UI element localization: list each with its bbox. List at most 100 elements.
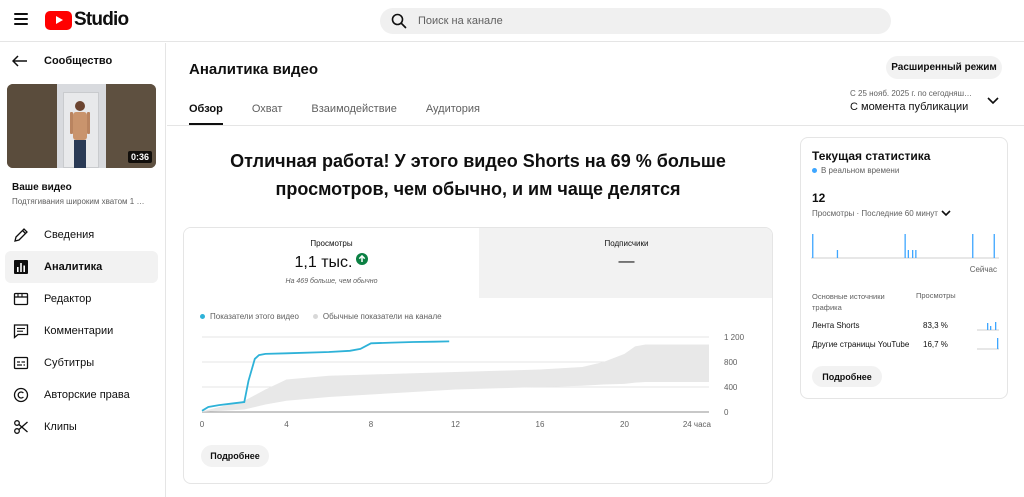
video-thumbnail[interactable]: 0:36 (7, 84, 156, 168)
page-title: Аналитика видео (189, 61, 319, 78)
tab-overview[interactable]: Обзор (189, 103, 223, 125)
traffic-views-header: Просмотры (916, 291, 956, 300)
metric-views[interactable]: Просмотры 1,1 тыс. На 469 больше, чем об… (184, 228, 479, 298)
analytics-icon (14, 260, 28, 274)
realtime-bar-chart (811, 234, 999, 259)
person-figure-icon (70, 101, 90, 168)
header-divider (167, 125, 1024, 126)
sidebar-item-clips[interactable]: Клипы (5, 411, 158, 443)
traffic-source-pct: 83,3 % (923, 321, 948, 330)
headline-line-2: просмотров, чем обычно, и им чаще делятс… (275, 179, 681, 199)
x-tick-label: 16 (536, 420, 545, 429)
x-tick-label: 0 (200, 420, 205, 429)
sidebar-item-comments[interactable]: Комментарии (5, 315, 158, 347)
metric-subs-value: — (618, 253, 635, 270)
headline-line-1: Отличная работа! У этого видео Shorts на… (230, 151, 726, 171)
menu-icon[interactable] (14, 13, 28, 25)
search-input[interactable] (418, 8, 858, 34)
realtime-bar (912, 250, 914, 258)
y-tick-label: 400 (724, 383, 738, 392)
metric-views-value: 1,1 тыс. (294, 254, 353, 271)
sidebar-item-label: Сведения (44, 229, 95, 241)
tab-engagement[interactable]: Взаимодействие (311, 103, 396, 125)
video-subtitle: Подтягивания широким хватом 1 … (12, 197, 145, 206)
traffic-sparkline (977, 322, 999, 331)
y-tick-label: 0 (724, 408, 729, 417)
metric-views-label: Просмотры (310, 239, 353, 248)
details-button[interactable]: Подробнее (201, 445, 269, 467)
views-chart: 0 400 800 1 200 0 4 8 12 16 20 24 часа (200, 333, 745, 429)
sidebar-item-label: Авторские права (44, 389, 130, 401)
subtitles-icon (13, 356, 29, 370)
editor-icon (13, 292, 29, 306)
sidebar: Сообщество 0:36 Ваше видео Подтягивания … (0, 43, 166, 497)
sidebar-item-analytics[interactable]: Аналитика (5, 251, 158, 283)
date-range-selector[interactable]: С 25 нояб. 2025 г. по сегодняш… С момент… (850, 89, 972, 113)
legend-this-video-label: Показатели этого видео (210, 312, 299, 321)
realtime-bar (915, 250, 917, 258)
advanced-mode-button[interactable]: Расширенный режим (886, 56, 1002, 79)
realtime-bar (972, 234, 974, 258)
logo-text: Studio (74, 9, 129, 30)
sidebar-item-subtitles[interactable]: Субтитры (5, 347, 158, 379)
back-label: Сообщество (44, 55, 113, 67)
traffic-source-name: Лента Shorts (812, 321, 860, 330)
tab-audience[interactable]: Аудитория (426, 103, 480, 125)
arrow-left-icon (12, 55, 27, 67)
realtime-details-button[interactable]: Подробнее (812, 366, 882, 387)
metric-subscribers[interactable]: Подписчики — (479, 228, 772, 298)
search-icon (391, 13, 407, 29)
sidebar-item-label: Субтитры (44, 357, 95, 369)
legend-dot-typical (312, 314, 318, 319)
live-dot (812, 168, 817, 173)
chart-legend: Показатели этого видео Обычные показател… (200, 312, 456, 321)
sidebar-item-label: Комментарии (44, 325, 114, 337)
realtime-live-indicator: В реальном времени (812, 166, 899, 175)
legend-typical: Обычные показатели на канале (312, 312, 442, 321)
traffic-sources-header: Основные источники трафика (812, 292, 885, 312)
performance-card: Просмотры 1,1 тыс. На 469 больше, чем об… (183, 227, 773, 484)
back-to-community[interactable]: Сообщество (12, 55, 112, 67)
x-tick-label: 12 (451, 420, 460, 429)
arrow-up-icon (356, 253, 369, 265)
traffic-source-pct: 16,7 % (923, 340, 948, 349)
copyright-icon (13, 387, 29, 403)
search-bar[interactable] (380, 8, 891, 34)
x-tick-label: 8 (369, 420, 374, 429)
realtime-period-selector[interactable]: Просмотры · Последние 60 минут (812, 209, 951, 218)
x-tick-label: 24 часа (683, 420, 712, 429)
sidebar-item-details[interactable]: Сведения (5, 219, 158, 251)
video-title: Ваше видео (12, 182, 72, 193)
realtime-bar (904, 234, 906, 258)
tabs: Обзор Охват Взаимодействие Аудитория (189, 103, 509, 125)
realtime-title: Текущая статистика (812, 149, 931, 163)
chevron-down-icon[interactable] (987, 97, 999, 105)
legend-typical-label: Обычные показатели на канале (322, 312, 442, 321)
traffic-sparkline (977, 338, 999, 350)
insight-headline: Отличная работа! У этого видео Shorts на… (183, 147, 773, 203)
date-range-dates: С 25 нояб. 2025 г. по сегодняш… (850, 89, 973, 98)
thumbnail-blur-left (7, 84, 57, 168)
realtime-bar (836, 250, 839, 258)
realtime-live-label: В реальном времени (821, 166, 900, 175)
legend-this-video: Показатели этого видео (200, 312, 299, 321)
sidebar-item-label: Редактор (44, 293, 92, 305)
typical-range-band (202, 344, 709, 412)
chevron-down-icon (941, 210, 951, 217)
sidebar-item-editor[interactable]: Редактор (5, 283, 158, 315)
tab-reach[interactable]: Охват (252, 103, 283, 125)
studio-logo[interactable]: Studio (45, 9, 129, 31)
x-tick-label: 4 (284, 420, 289, 429)
scissors-icon (14, 420, 28, 434)
pencil-icon (14, 228, 28, 242)
sidebar-nav: Сведения Аналитика Редактор Комментарии … (5, 219, 158, 443)
realtime-now-label: Сейчас (969, 265, 997, 274)
realtime-subtitle: Просмотры · Последние 60 минут (812, 209, 938, 218)
comments-icon (13, 324, 29, 339)
metric-views-note: На 469 больше, чем обычно (285, 278, 378, 285)
sidebar-item-label: Клипы (44, 421, 77, 433)
realtime-bar (993, 234, 995, 258)
realtime-count: 12 (812, 191, 826, 205)
sidebar-item-copyright[interactable]: Авторские права (5, 379, 158, 411)
y-tick-label: 1 200 (724, 333, 745, 342)
